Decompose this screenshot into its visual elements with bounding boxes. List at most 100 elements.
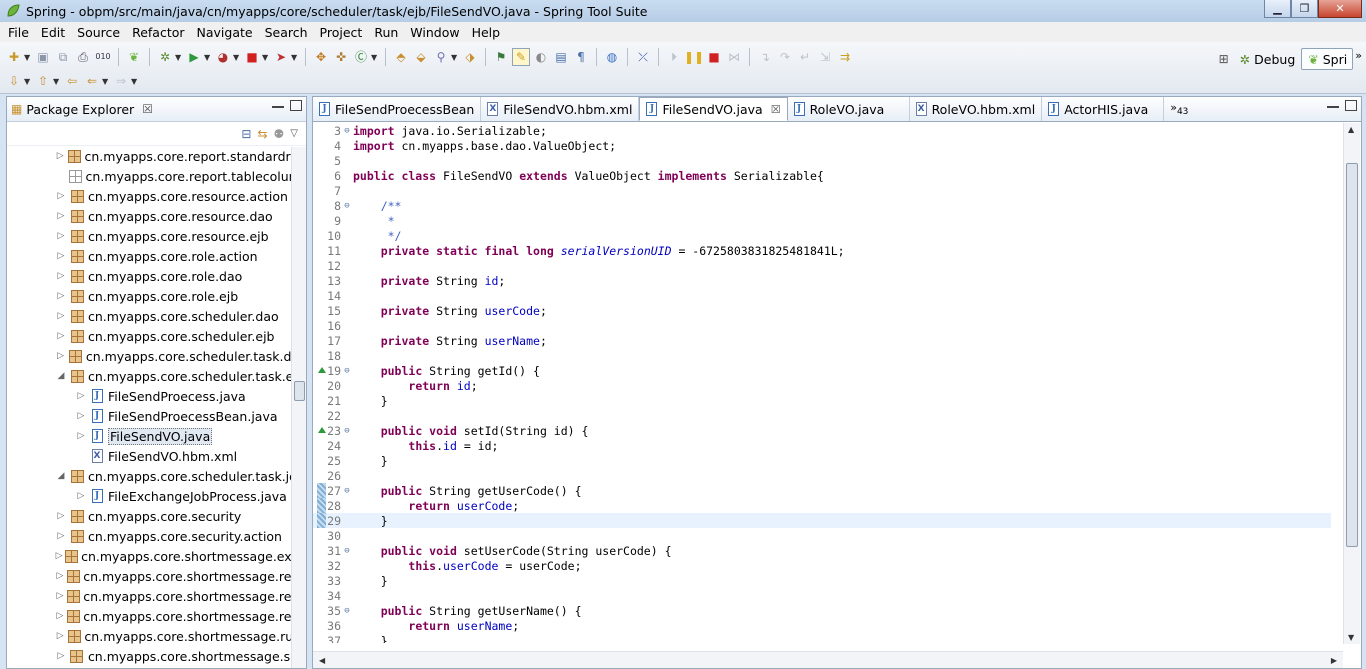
minimize-view-icon[interactable] xyxy=(272,100,284,108)
fold-toggle-icon[interactable]: ⊖ xyxy=(341,606,353,616)
collapse-all-icon[interactable]: ⊟ xyxy=(241,127,251,141)
close-view-icon[interactable]: ☒ xyxy=(142,102,153,116)
mark-occurrences-icon[interactable]: ✎ xyxy=(512,48,530,66)
tree-package[interactable]: ▷ cn.myapps.core.role.action xyxy=(7,246,306,266)
tab-overflow-button[interactable]: »43 xyxy=(1164,97,1194,121)
fold-toggle-icon[interactable]: ⊖ xyxy=(341,426,353,436)
search-dropdown[interactable]: ▼ xyxy=(451,48,460,66)
tree-package[interactable]: ▷ cn.myapps.core.shortmessage.runt xyxy=(7,626,306,646)
package-explorer-tab[interactable]: ▦ Package Explorer ☒ xyxy=(7,97,306,122)
previous-annotation-dropdown[interactable]: ▼ xyxy=(53,72,62,90)
tree-package[interactable]: ▷ cn.myapps.core.scheduler.task.dac xyxy=(7,346,306,366)
collapsed-arrow-icon[interactable]: ▷ xyxy=(55,211,67,221)
tree-file[interactable]: X FileSendVO.hbm.xml xyxy=(7,446,306,466)
menu-project[interactable]: Project xyxy=(314,25,369,40)
new-java-project-icon[interactable]: ✥ xyxy=(312,48,330,66)
code-line[interactable]: 36 return userName; xyxy=(313,618,1331,633)
collapsed-arrow-icon[interactable]: ▷ xyxy=(55,611,65,621)
tree-package[interactable]: ▷ cn.myapps.core.security.action xyxy=(7,526,306,546)
new-icon[interactable]: ✚ xyxy=(5,48,23,66)
fold-toggle-icon[interactable]: ⊖ xyxy=(341,486,353,496)
tree-package[interactable]: ▷ cn.myapps.core.scheduler.ejb xyxy=(7,326,306,346)
tree-package[interactable]: ▷ cn.myapps.core.shortmessage.rece xyxy=(7,606,307,626)
code-line[interactable]: 4 import cn.myapps.base.dao.ValueObject; xyxy=(313,138,1331,153)
debug-dropdown[interactable]: ▼ xyxy=(175,48,184,66)
binary-icon[interactable]: 010 xyxy=(94,48,112,66)
coverage-dropdown[interactable]: ▼ xyxy=(233,48,242,66)
code-line[interactable]: 5 xyxy=(313,153,1331,168)
code-line[interactable]: 35 ⊖ public String getUserName() { xyxy=(313,603,1331,618)
override-marker-icon[interactable] xyxy=(314,423,326,438)
menu-navigate[interactable]: Navigate xyxy=(191,25,259,40)
block-selection-icon[interactable]: ◐ xyxy=(532,48,550,66)
scroll-left-icon[interactable]: ◀ xyxy=(319,656,325,665)
collapsed-arrow-icon[interactable]: ▷ xyxy=(75,431,87,441)
paragraph-icon[interactable]: ¶ xyxy=(572,48,590,66)
disconnect-icon[interactable]: ⋈ xyxy=(725,48,743,66)
editor-tab[interactable]: J RoleVO.java xyxy=(788,97,910,121)
tree-package[interactable]: ▷ cn.myapps.core.resource.ejb xyxy=(7,226,306,246)
code-line[interactable]: 37 } xyxy=(313,633,1331,644)
tree-package[interactable]: cn.myapps.core.report.tablecolumr xyxy=(7,166,306,186)
coverage-icon[interactable]: ◕ xyxy=(214,48,232,66)
menu-edit[interactable]: Edit xyxy=(35,25,71,40)
code-line[interactable]: 16 xyxy=(313,318,1331,333)
code-line[interactable]: 3 ⊖ import java.io.Serializable; xyxy=(313,123,1331,138)
code-line[interactable]: 23 ⊖ public void setId(String id) { xyxy=(313,423,1331,438)
menu-search[interactable]: Search xyxy=(259,25,314,40)
fold-toggle-icon[interactable]: ⊖ xyxy=(341,126,353,136)
menu-window[interactable]: Window xyxy=(404,25,465,40)
stop-server-icon[interactable]: ■ xyxy=(243,48,261,66)
maximize-button[interactable]: ❐ xyxy=(1291,0,1318,18)
code-line[interactable]: 26 xyxy=(313,468,1331,483)
tree-file[interactable]: ▷ J FileSendProecess.java xyxy=(7,386,306,406)
code-line[interactable]: 33 } xyxy=(313,573,1331,588)
expanded-arrow-icon[interactable]: ◢ xyxy=(55,471,67,481)
debug-icon[interactable]: ✲ xyxy=(156,48,174,66)
tree-package[interactable]: ▷ cn.myapps.core.security xyxy=(7,506,306,526)
maximize-editor-icon[interactable] xyxy=(1345,100,1357,111)
tree-file[interactable]: ▷ J FileSendProecessBean.java xyxy=(7,406,306,426)
fold-toggle-icon[interactable]: ⊖ xyxy=(341,366,353,376)
code-line[interactable]: 22 xyxy=(313,408,1331,423)
collapsed-arrow-icon[interactable]: ▷ xyxy=(55,251,67,261)
code-line[interactable]: 25 } xyxy=(313,453,1331,468)
collapsed-arrow-icon[interactable]: ▷ xyxy=(55,531,67,541)
search-icon[interactable]: ⚲ xyxy=(432,48,450,66)
link-with-editor-icon[interactable]: ⇆ xyxy=(257,127,267,141)
menu-help[interactable]: Help xyxy=(466,25,507,40)
close-tab-icon[interactable]: ☒ xyxy=(771,103,781,116)
spring-leaf-icon[interactable]: ❦ xyxy=(125,48,143,66)
step-into-icon[interactable]: ↴ xyxy=(756,48,774,66)
collapsed-arrow-icon[interactable]: ▷ xyxy=(55,311,67,321)
expanded-arrow-icon[interactable]: ◢ xyxy=(55,371,67,381)
code-line[interactable]: 30 xyxy=(313,528,1331,543)
editor-vertical-scrollbar[interactable]: ▲ ▼ xyxy=(1343,123,1360,644)
perspectives-more[interactable]: » xyxy=(1355,49,1362,62)
tree-package[interactable]: ▷ cn.myapps.core.shortmessage.rece xyxy=(7,566,307,586)
code-line[interactable]: 28 return userCode; xyxy=(313,498,1331,513)
tree-package[interactable]: ▷ cn.myapps.core.scheduler.dao xyxy=(7,306,306,326)
code-line[interactable]: 24 this.id = id; xyxy=(313,438,1331,453)
view-menu-icon[interactable]: ▽ xyxy=(290,128,298,139)
use-step-filters-icon[interactable]: ⇉ xyxy=(836,48,854,66)
editor-scroll-thumb[interactable] xyxy=(1346,163,1358,547)
spring-perspective[interactable]: ❦ Spri xyxy=(1301,48,1354,70)
new-package-icon[interactable]: ✜ xyxy=(332,48,350,66)
skip-breakpoints-icon[interactable]: ⤫ xyxy=(634,48,652,66)
tree-package[interactable]: ▷ cn.myapps.core.shortmessage.rece xyxy=(7,586,307,606)
code-line[interactable]: 34 xyxy=(313,588,1331,603)
menu-file[interactable]: File xyxy=(2,25,35,40)
maximize-view-icon[interactable] xyxy=(290,100,302,111)
code-line[interactable]: 32 this.userCode = userCode; xyxy=(313,558,1331,573)
collapsed-arrow-icon[interactable]: ▷ xyxy=(55,331,67,341)
collapsed-arrow-icon[interactable]: ▷ xyxy=(55,631,65,641)
code-line[interactable]: 6 public class FileSendVO extends ValueOb… xyxy=(313,168,1331,183)
tree-package[interactable]: ▷ cn.myapps.core.resource.dao xyxy=(7,206,306,226)
tree-package[interactable]: ▷ cn.myapps.core.resource.action xyxy=(7,186,306,206)
code-line[interactable]: 17 private String userName; xyxy=(313,333,1331,348)
globe-icon[interactable]: ◍ xyxy=(603,48,621,66)
collapsed-arrow-icon[interactable]: ▷ xyxy=(55,651,67,661)
tree-package[interactable]: ▷ cn.myapps.core.role.ejb xyxy=(7,286,306,306)
step-return-icon[interactable]: ↵ xyxy=(796,48,814,66)
